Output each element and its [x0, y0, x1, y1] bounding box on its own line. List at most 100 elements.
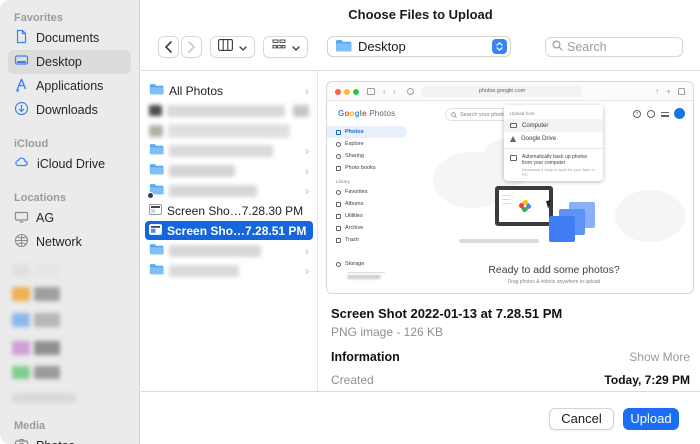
browser-tabs-icon: [678, 88, 685, 95]
sidebar-item-ag[interactable]: AG: [8, 206, 131, 230]
toolbar: Desktop: [141, 33, 700, 70]
photos-icon: [14, 437, 29, 444]
upload-from-menu: Upload from Computer Google Drive Automa…: [504, 105, 603, 181]
gear-icon: [647, 110, 655, 118]
redacted-tag-row: [12, 313, 139, 327]
cursor-icon: [546, 199, 556, 209]
archive-icon: [336, 226, 341, 231]
google-photos-pinwheel-icon: [519, 200, 531, 212]
redacted-tag-row: [12, 341, 139, 355]
redacted-tag-row: [12, 393, 139, 403]
location-dropdown[interactable]: Desktop: [327, 36, 511, 57]
search-icon: [336, 142, 341, 147]
redacted-folder-icon: [149, 125, 163, 137]
redacted-file-name: [169, 165, 235, 177]
dialog-footer: Cancel Upload: [141, 393, 700, 444]
file-row-redacted[interactable]: ›: [145, 181, 313, 200]
sidebar-item-photos[interactable]: Photos: [8, 434, 131, 444]
search-field[interactable]: [545, 37, 683, 57]
close-traffic-light-icon: [335, 89, 341, 95]
desktop-icon: [14, 53, 29, 71]
gphotos-nav-trash: Trash: [327, 234, 407, 246]
file-list: All Photos › ›: [141, 71, 318, 391]
folder-icon: [149, 163, 164, 178]
file-row-redacted[interactable]: [145, 121, 313, 140]
folder-badge: [147, 192, 154, 199]
trash-icon: [336, 238, 341, 243]
gphotos-nav-explore: Explore: [327, 138, 407, 150]
stepper-icon: [492, 39, 507, 54]
browser-share-icon: ↑: [655, 86, 659, 97]
file-row-label: All Photos: [169, 84, 223, 98]
created-value: Today, 7:29 PM: [604, 373, 690, 387]
maximize-traffic-light-icon: [353, 89, 359, 95]
view-columns-button[interactable]: [210, 36, 255, 58]
browser-back-icon: ‹: [383, 86, 386, 97]
columns-view-icon: [218, 38, 233, 56]
file-row-redacted[interactable]: ›: [145, 161, 313, 180]
sidebar-item-network[interactable]: Network: [8, 230, 131, 254]
forward-button[interactable]: [181, 36, 202, 58]
cancel-button[interactable]: Cancel: [549, 408, 614, 430]
cloud-shape: [615, 190, 685, 242]
created-label: Created: [331, 373, 374, 387]
preview-pane: ‹ › photos.google.com ↑ + Google Photos: [319, 71, 700, 391]
sidebar-item-documents[interactable]: Documents: [8, 26, 131, 50]
group-by-button[interactable]: [263, 36, 308, 58]
globe-icon: [14, 233, 29, 251]
chevron-right-icon: ›: [305, 265, 309, 277]
folder-icon: [149, 243, 164, 258]
monitor-icon: [14, 209, 29, 227]
gphotos-nav-utilities: Utilities: [327, 210, 407, 222]
folder-icon: [149, 83, 164, 98]
menu-header: Upload from: [504, 108, 603, 119]
sidebar-item-icloud-drive[interactable]: iCloud Drive: [8, 152, 131, 176]
upload-button[interactable]: Upload: [623, 408, 679, 430]
file-info: Screen Shot 2022-01-13 at 7.28.51 PM PNG…: [331, 306, 690, 387]
chevron-down-icon: [239, 38, 247, 56]
gphotos-nav-photo-books: Photo books: [327, 162, 407, 174]
redacted-file-name: [169, 145, 273, 157]
google-photos-logo: Google Photos: [338, 109, 395, 118]
screenshot-file-icon: [149, 224, 162, 238]
sidebar-item-label: Downloads: [36, 103, 98, 117]
sidebar-item-downloads[interactable]: Downloads: [8, 98, 131, 122]
menu-divider: [504, 148, 603, 149]
redacted-file-name: [169, 265, 239, 277]
finder-sidebar: Favorites Documents Desktop Applications…: [0, 0, 140, 444]
gphotos-nav-archive: Archive: [327, 222, 407, 234]
file-row-redacted[interactable]: ›: [145, 241, 313, 260]
gphotos-nav-storage: Storage: [327, 258, 407, 270]
menu-icon: [661, 112, 669, 117]
redacted-file-name: [169, 185, 257, 197]
redacted-tag-row: [12, 287, 139, 301]
sidebar-item-applications[interactable]: Applications: [8, 74, 131, 98]
back-button[interactable]: [158, 36, 179, 58]
folder-icon: [149, 263, 164, 278]
file-row-redacted[interactable]: ›: [145, 261, 313, 280]
preview-image[interactable]: ‹ › photos.google.com ↑ + Google Photos: [326, 81, 694, 294]
search-input[interactable]: [567, 40, 667, 54]
file-row-screenshot-1[interactable]: Screen Sho…7.28.30 PM: [145, 201, 313, 220]
content-area: All Photos › ›: [141, 70, 700, 392]
file-row-screenshot-2-selected[interactable]: Screen Sho…7.28.51 PM: [145, 221, 313, 240]
computer-icon: [510, 123, 517, 128]
file-row-redacted[interactable]: [145, 101, 313, 120]
chevron-right-icon: ›: [305, 245, 309, 257]
sidebar-item-label: Documents: [36, 31, 99, 45]
gphotos-library-label: Library: [327, 174, 415, 186]
file-row-all-photos[interactable]: All Photos ›: [145, 81, 313, 100]
search-icon: [451, 112, 457, 118]
menu-item-backup: Automatically back up photos from your c…: [504, 152, 603, 177]
folder-icon: [149, 143, 164, 158]
dialog-main: Choose Files to Upload Desktop: [141, 0, 700, 444]
star-icon: [336, 190, 341, 195]
browser-forward-icon: ›: [393, 86, 396, 97]
show-more-link[interactable]: Show More: [629, 350, 690, 364]
sidebar-item-desktop[interactable]: Desktop: [8, 50, 131, 74]
cloud-icon: [336, 262, 341, 267]
redacted-file-icon: [149, 105, 162, 116]
redacted-tags: [0, 264, 139, 403]
chevron-right-icon: ›: [305, 85, 309, 97]
file-row-redacted[interactable]: ›: [145, 141, 313, 160]
